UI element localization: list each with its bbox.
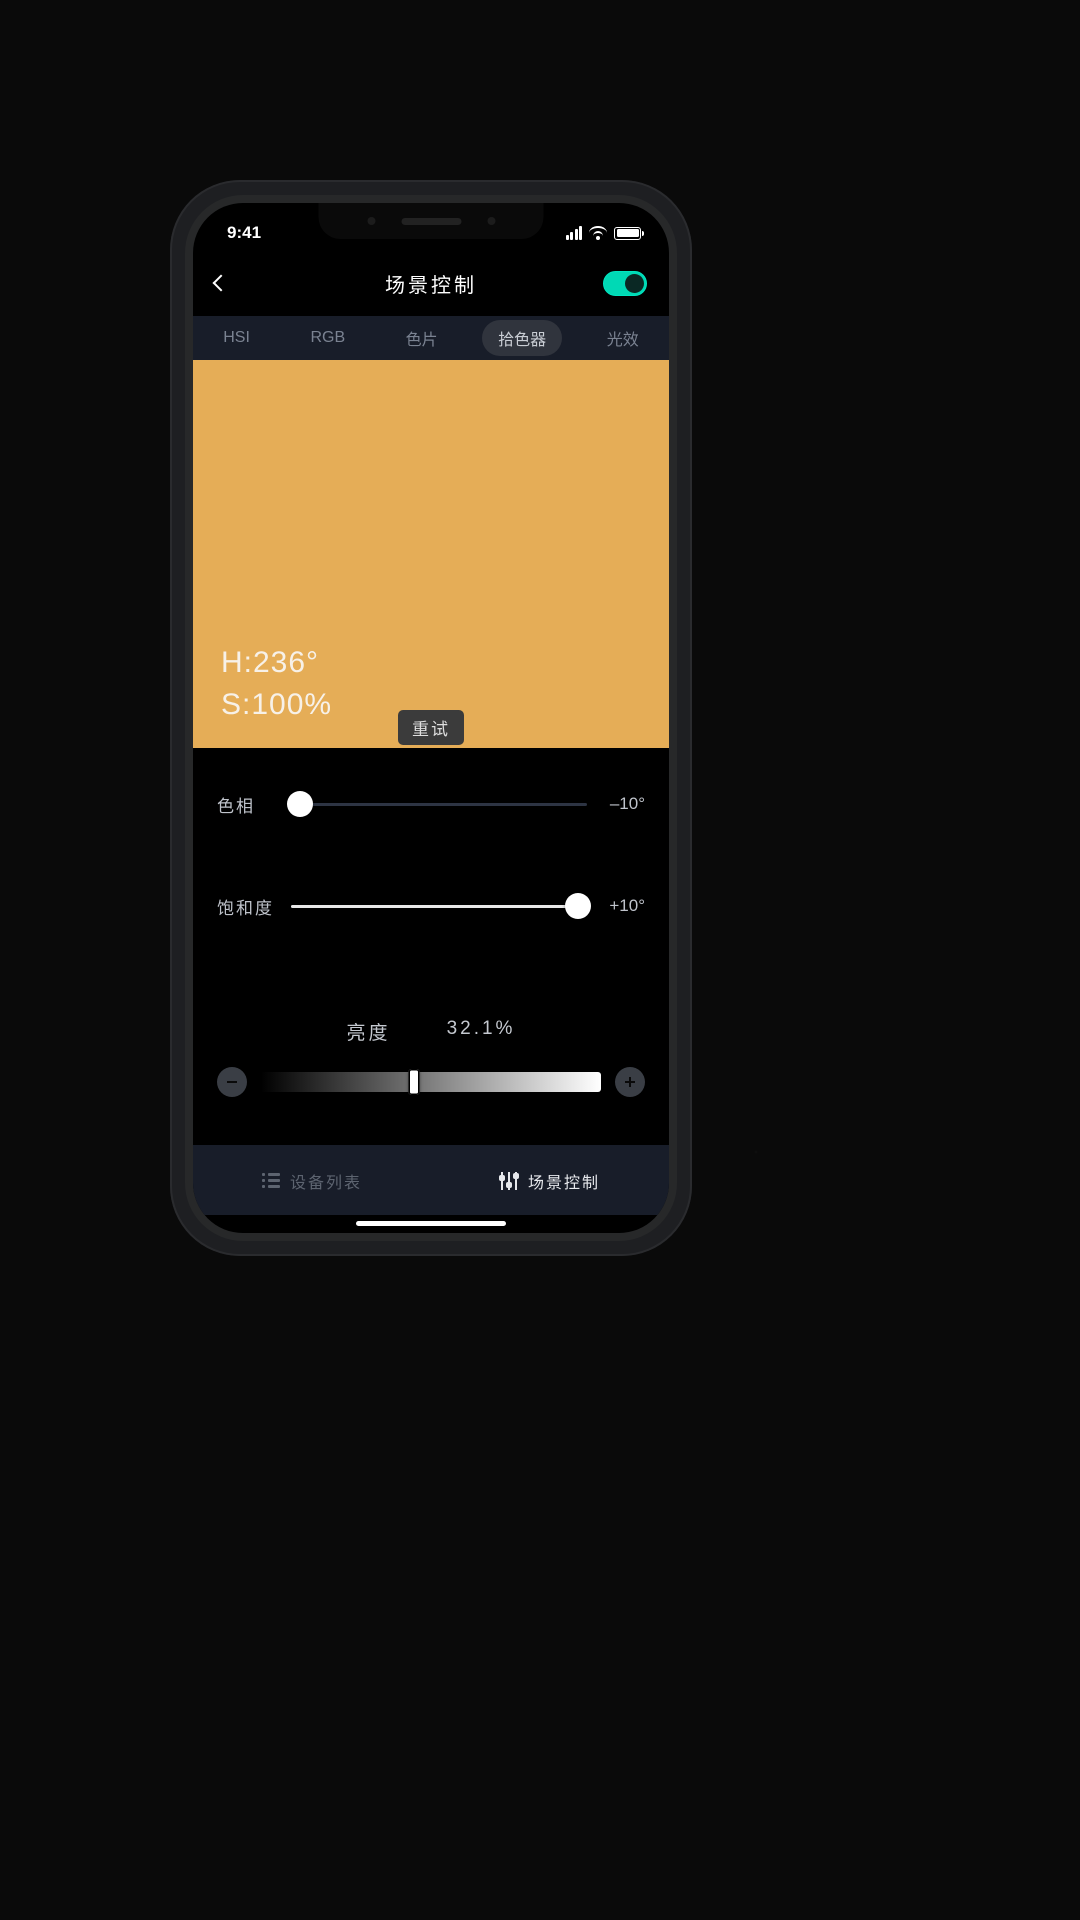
mode-tabbar: HSI RGB 色片 拾色器 光效 — [193, 316, 669, 360]
sliders-icon — [500, 1172, 518, 1190]
tab-rgb[interactable]: RGB — [294, 323, 361, 353]
retry-button[interactable]: 重试 — [398, 710, 464, 745]
hue-readout: H:236° — [221, 642, 641, 684]
color-swatch[interactable]: H:236° S:100% 重试 — [193, 360, 669, 748]
wifi-icon — [589, 227, 607, 240]
sat-slider[interactable] — [291, 905, 587, 908]
signal-icon — [566, 226, 583, 240]
brightness-plus-button[interactable] — [615, 1067, 645, 1097]
tab-gel[interactable]: 色片 — [390, 320, 454, 356]
nav-devices[interactable]: 设备列表 — [193, 1146, 431, 1215]
nav-scene-label: 场景控制 — [528, 1169, 600, 1193]
home-indicator[interactable] — [356, 1221, 506, 1226]
nav-devices-label: 设备列表 — [290, 1169, 362, 1193]
hue-value: –10° — [597, 794, 645, 814]
status-time: 9:41 — [227, 223, 261, 243]
minus-icon — [226, 1076, 238, 1088]
hue-thumb[interactable] — [287, 791, 313, 817]
phone-frame: 9:41 场景控制 HSI RGB 色片 拾色器 光效 H:236° S:100… — [170, 180, 692, 1256]
hue-slider[interactable] — [291, 803, 587, 806]
hue-slider-row: 色相 –10° — [217, 778, 645, 830]
bottom-nav: 设备列表 场景控制 — [193, 1145, 669, 1215]
back-icon[interactable] — [213, 275, 230, 292]
tab-picker[interactable]: 拾色器 — [482, 320, 562, 356]
screen: 9:41 场景控制 HSI RGB 色片 拾色器 光效 H:236° S:100… — [193, 203, 669, 1233]
hue-label: 色相 — [217, 792, 281, 817]
brightness-slider[interactable] — [261, 1072, 601, 1092]
brightness-thumb[interactable] — [409, 1069, 420, 1095]
page-title: 场景控制 — [193, 269, 669, 298]
brightness-label: 亮度 — [347, 1018, 391, 1045]
notch — [319, 203, 544, 239]
nav-header: 场景控制 — [193, 258, 669, 308]
tab-fx[interactable]: 光效 — [591, 320, 655, 356]
tab-hsi[interactable]: HSI — [207, 323, 266, 353]
battery-icon — [614, 227, 641, 240]
brightness-minus-button[interactable] — [217, 1067, 247, 1097]
plus-icon — [624, 1076, 636, 1088]
list-icon — [262, 1173, 280, 1188]
power-toggle[interactable] — [603, 271, 647, 296]
sat-slider-row: 饱和度 +10° — [217, 880, 645, 932]
sat-label: 饱和度 — [217, 894, 281, 919]
nav-scene[interactable]: 场景控制 — [431, 1146, 669, 1215]
brightness-section: 亮度 32.1% — [193, 1018, 669, 1097]
sat-value: +10° — [597, 896, 645, 916]
sat-thumb[interactable] — [565, 893, 591, 919]
brightness-value: 32.1% — [447, 1018, 516, 1045]
